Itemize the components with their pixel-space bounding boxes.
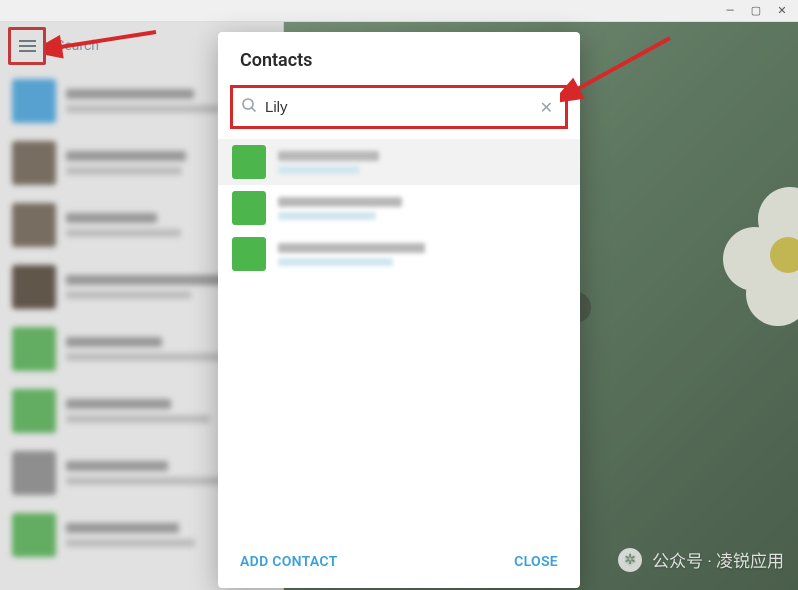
contact-result-item[interactable] (218, 231, 580, 277)
clear-search-icon[interactable]: ✕ (536, 94, 557, 121)
window-titlebar: — ▢ ✕ (0, 0, 798, 22)
menu-button[interactable] (19, 40, 36, 52)
close-window-button[interactable]: ✕ (776, 5, 788, 17)
contacts-modal: Contacts ✕ ADD CONTACT CLOSE (218, 32, 580, 588)
modal-title: Contacts (218, 32, 580, 85)
watermark-text: 公众号 · 凌锐应用 (652, 547, 784, 572)
contacts-results (218, 135, 580, 538)
contact-result-item[interactable] (218, 139, 580, 185)
contacts-search-input[interactable] (265, 99, 528, 116)
watermark: ✲ 公众号 · 凌锐应用 (618, 547, 784, 572)
watermark-icon: ✲ (618, 548, 642, 572)
close-modal-button[interactable]: CLOSE (514, 554, 558, 570)
contacts-search-highlight: ✕ (230, 85, 568, 129)
menu-button-highlight (8, 27, 46, 65)
maximize-button[interactable]: ▢ (750, 5, 762, 17)
minimize-button[interactable]: — (724, 5, 736, 17)
add-contact-button[interactable]: ADD CONTACT (240, 554, 338, 570)
contact-result-item[interactable] (218, 185, 580, 231)
search-icon (241, 97, 257, 117)
sidebar-search-input[interactable]: Search (56, 38, 99, 54)
